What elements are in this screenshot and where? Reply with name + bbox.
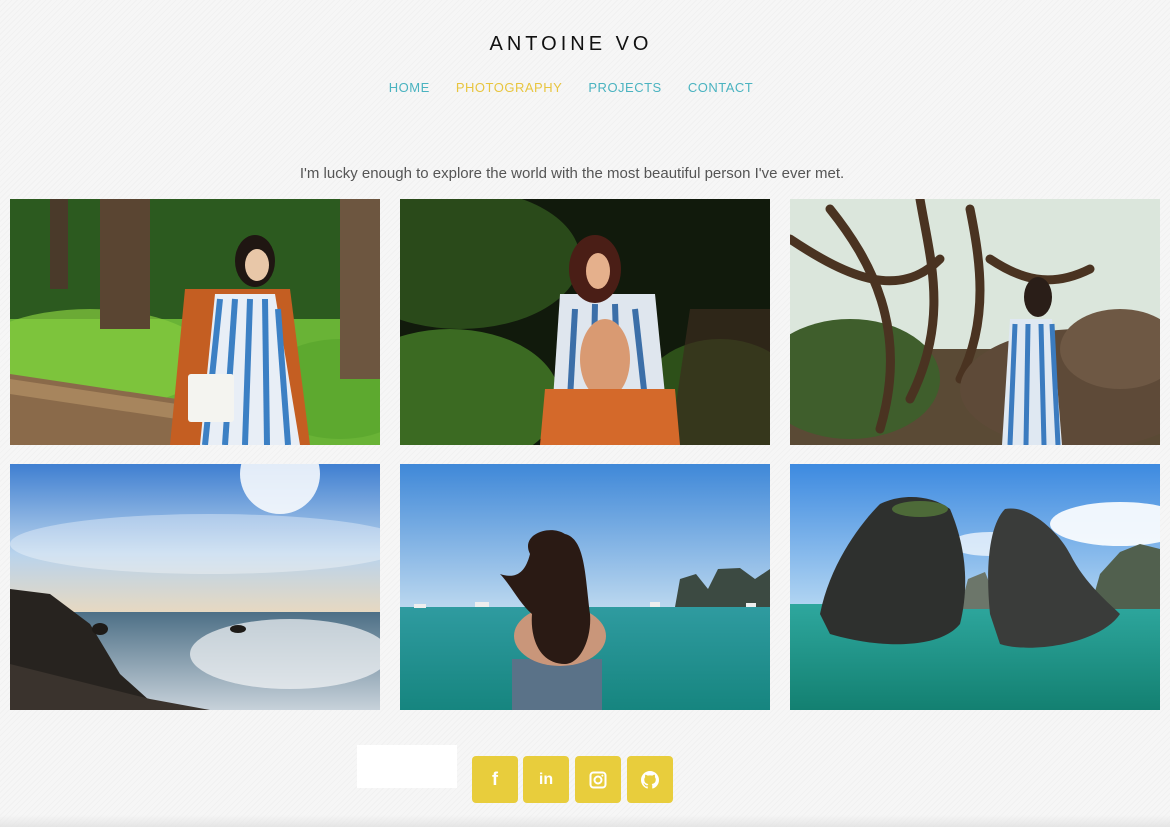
photo-bay-woman[interactable] [400,464,770,710]
nav-projects[interactable]: PROJECTS [588,80,661,95]
bottom-edge-shadow [0,815,1170,827]
photo-cypress-tree[interactable] [790,199,1160,445]
facebook-icon: f [492,769,498,789]
photo-forest-portrait[interactable] [10,199,380,445]
linkedin-button[interactable]: in [523,756,569,803]
nav-home[interactable]: HOME [389,80,430,95]
page-tagline: I'm lucky enough to explore the world wi… [299,165,845,182]
facebook-button[interactable]: f [472,756,518,803]
nav-photography[interactable]: PHOTOGRAPHY [456,80,562,95]
github-icon [641,770,659,789]
nav-contact[interactable]: CONTACT [688,80,753,95]
footer-blank-block [357,745,457,788]
instagram-button[interactable] [575,756,621,803]
site-title: ANTOINE VO [489,33,653,55]
instagram-icon [589,771,607,789]
github-button[interactable] [627,756,673,803]
photo-rocky-coast[interactable] [10,464,380,710]
linkedin-icon: in [538,770,554,788]
photo-sea-rocks[interactable] [790,464,1160,710]
main-nav: HOME PHOTOGRAPHY PROJECTS CONTACT [0,80,1142,95]
photo-forest-back[interactable] [400,199,770,445]
